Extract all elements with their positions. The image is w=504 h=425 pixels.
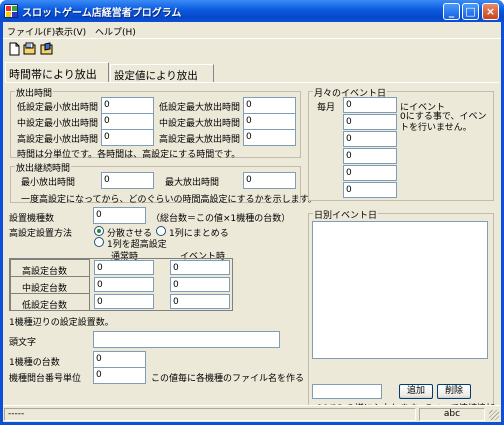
- input-month-day-5[interactable]: 0: [343, 165, 397, 181]
- group-release-continue: 放出継続時間 最小放出時間 0 最大放出時間 0 一度高設定になってから、どのぐ…: [10, 161, 317, 205]
- daily-event-list[interactable]: [312, 221, 488, 359]
- tab-time-release[interactable]: 時間帯により放出: [5, 62, 109, 83]
- input-low-normal[interactable]: 0: [94, 294, 154, 309]
- status-bar: ----- abc: [3, 405, 501, 422]
- minimize-button[interactable]: _: [443, 3, 460, 20]
- input-prefix[interactable]: [93, 331, 280, 348]
- monthly-event-note: 0にする事で、イベントを行いません。: [400, 112, 487, 133]
- label-low-max: 低設定最大放出時間: [159, 103, 241, 113]
- input-month-day-4[interactable]: 0: [343, 148, 397, 164]
- input-continue-min[interactable]: 0: [101, 172, 154, 189]
- number-unit-note: この値毎に各機種のファイル名を作る: [151, 374, 305, 384]
- input-mid-event[interactable]: 0: [170, 277, 230, 292]
- group-daily-event: 日別イベント日 追加 削除 10/22 の様に入力します。Enterで連続追加。: [308, 208, 504, 414]
- menu-bar: ファイル(F) 表示(V) ヘルプ(H): [3, 22, 501, 39]
- toolbar: [3, 40, 501, 60]
- row-label-low: 低設定台数: [10, 293, 90, 311]
- label-per-model-count: 1機種の台数: [9, 358, 60, 368]
- release-continue-note: 一度高設定になってから、どのぐらいの時間高設定にするかを示します。: [21, 195, 317, 205]
- label-mid-max: 中設定最大放出時間: [159, 119, 241, 129]
- menu-file[interactable]: ファイル(F): [7, 25, 55, 38]
- title-bar[interactable]: スロットゲーム店経営者プログラム _ □ ×: [0, 0, 504, 22]
- input-high-min[interactable]: 0: [101, 129, 154, 146]
- label-machine-count: 設置機種数: [9, 214, 55, 224]
- group-release-time: 放出時間 低設定最小放出時間 0 低設定最大放出時間 0 中設定最小放出時間 0…: [10, 86, 301, 160]
- label-low-min: 低設定最小放出時間: [17, 103, 99, 113]
- window-title: スロットゲーム店経営者プログラム: [22, 8, 182, 19]
- row-label-mid: 中設定台数: [10, 276, 90, 294]
- delete-button[interactable]: 削除: [437, 384, 471, 399]
- input-month-day-2[interactable]: 0: [343, 114, 397, 130]
- maximize-button[interactable]: □: [462, 3, 479, 20]
- status-left: -----: [4, 408, 416, 421]
- label-prefix: 頭文字: [9, 338, 37, 348]
- input-continue-max[interactable]: 0: [243, 172, 296, 189]
- input-month-day-6[interactable]: 0: [343, 182, 397, 198]
- input-mid-max[interactable]: 0: [243, 113, 296, 130]
- radio-distribute[interactable]: [94, 226, 104, 236]
- radio-super-high-row[interactable]: [94, 237, 104, 247]
- tab-setting-release[interactable]: 設定値により放出: [110, 64, 214, 83]
- label-number-unit: 機種間台番号単位: [9, 374, 82, 384]
- input-low-event[interactable]: 0: [170, 294, 230, 309]
- label-placement-method: 高設定設置方法: [9, 229, 73, 239]
- add-button[interactable]: 追加: [399, 384, 433, 399]
- group-monthly-event: 月々のイベント日 毎月 0 にイベント 0 0にする事で、イベントを行いません。…: [308, 86, 494, 201]
- per-row-note: 1機種辺りの設定設置数。: [9, 318, 114, 328]
- open-icon[interactable]: [23, 42, 37, 56]
- input-mid-normal[interactable]: 0: [94, 277, 154, 292]
- input-machine-count[interactable]: 0: [93, 207, 146, 224]
- input-month-day-3[interactable]: 0: [343, 131, 397, 147]
- input-high-event[interactable]: 0: [170, 260, 230, 275]
- input-low-min[interactable]: 0: [101, 97, 154, 114]
- menu-help[interactable]: ヘルプ(H): [95, 25, 136, 38]
- group-release-continue-title: 放出継続時間: [15, 161, 72, 174]
- input-high-normal[interactable]: 0: [94, 260, 154, 275]
- close-button[interactable]: ×: [482, 3, 499, 20]
- machine-count-note: （総台数＝この値×1機種の台数）: [151, 214, 291, 224]
- label-high-min: 高設定最小放出時間: [17, 135, 99, 145]
- label-continue-max: 最大放出時間: [165, 178, 220, 188]
- input-high-max[interactable]: 0: [243, 129, 296, 146]
- new-icon[interactable]: [7, 42, 21, 56]
- input-per-model-count[interactable]: 0: [93, 351, 146, 368]
- save-icon[interactable]: [40, 42, 54, 56]
- radio-single-row[interactable]: [156, 226, 166, 236]
- client-area: ファイル(F) 表示(V) ヘルプ(H) 時間帯により放出 設定値により放出 放…: [3, 22, 504, 422]
- label-every-month: 毎月: [317, 103, 336, 113]
- label-high-max: 高設定最大放出時間: [159, 135, 241, 145]
- input-mid-min[interactable]: 0: [101, 113, 154, 130]
- radio-single-row-label[interactable]: 1列にまとめる: [169, 226, 229, 239]
- input-daily-event[interactable]: [312, 384, 382, 399]
- group-daily-event-title: 日別イベント日: [313, 208, 379, 221]
- input-number-unit[interactable]: 0: [93, 367, 146, 384]
- tab-page-time-release: 放出時間 低設定最小放出時間 0 低設定最大放出時間 0 中設定最小放出時間 0…: [5, 82, 504, 419]
- app-icon: [4, 4, 18, 18]
- menu-view[interactable]: 表示(V): [55, 25, 86, 38]
- release-time-note: 時間は分単位です。各時間は、高設定にする時間です。: [17, 150, 241, 160]
- setting-count-table: 高設定台数 0 0 中設定台数 0 0 低設定台数 0 0: [9, 258, 233, 311]
- row-label-high: 高設定台数: [10, 259, 90, 277]
- label-continue-min: 最小放出時間: [21, 178, 76, 188]
- input-month-day-1[interactable]: 0: [343, 97, 397, 113]
- status-right: abc: [419, 408, 485, 421]
- resize-grip-icon[interactable]: [489, 410, 499, 420]
- app-window: スロットゲーム店経営者プログラム _ □ × ファイル(F) 表示(V) ヘルプ…: [0, 0, 504, 425]
- group-release-time-title: 放出時間: [15, 86, 54, 99]
- input-low-max[interactable]: 0: [243, 97, 296, 114]
- label-mid-min: 中設定最小放出時間: [17, 119, 99, 129]
